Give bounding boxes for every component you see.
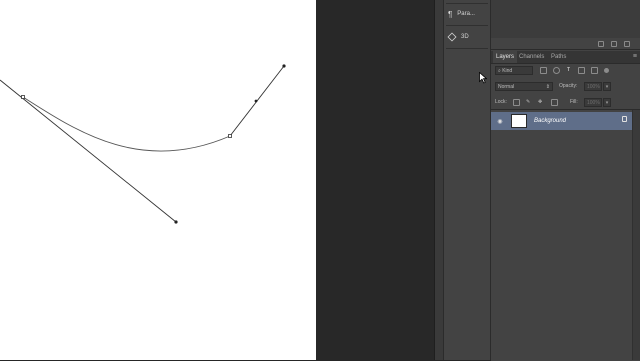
collapsed-panel-dock: ¶ Para... 3D <box>443 0 491 360</box>
layer-filter-row: ⌕ Kind T <box>491 64 640 78</box>
dock-item-3d[interactable]: 3D <box>447 29 488 45</box>
filter-pixel-icon[interactable] <box>540 67 547 74</box>
chevron-down-icon: ⇕ <box>545 84 550 90</box>
blend-opacity-row: Normal ⇕ Opacity: 100% ▾ <box>491 80 640 94</box>
dock-separator <box>446 3 488 4</box>
filter-smart-object-icon[interactable] <box>591 67 598 74</box>
layer-list: ◉ Background <box>491 109 640 361</box>
anchor-point-end <box>228 134 232 138</box>
layers-panel-group: Layers Channels Paths ≡ ⌕ Kind T Normal … <box>491 0 640 361</box>
filter-adjustment-icon[interactable] <box>553 67 560 74</box>
upper-panel-body <box>491 0 640 38</box>
trash-icon[interactable] <box>624 40 630 47</box>
filter-toggle-icon[interactable] <box>604 68 609 73</box>
opacity-stepper[interactable]: ▾ <box>603 82 611 91</box>
fill-label: Fill: <box>570 99 578 105</box>
search-icon: ⌕ <box>498 68 501 74</box>
blend-mode-select[interactable]: Normal ⇕ <box>495 82 553 91</box>
control-handle-point <box>174 220 178 224</box>
filter-kind-select[interactable]: ⌕ Kind <box>495 66 533 75</box>
filter-type-icon[interactable]: T <box>567 66 570 75</box>
dock-separator <box>446 25 488 26</box>
document-canvas[interactable] <box>0 0 316 360</box>
dock-item-label: 3D <box>461 34 469 40</box>
dock-item-label: Para... <box>457 11 475 17</box>
lock-icon <box>622 116 627 122</box>
eye-visibility-icon[interactable]: ◉ <box>495 118 505 125</box>
dock-separator <box>446 48 488 49</box>
panel-menu-icon[interactable]: ≡ <box>633 53 637 60</box>
new-layer-icon[interactable] <box>611 40 617 47</box>
lock-fill-row: Lock: ✎ ✥ Fill: 100% ▾ <box>491 96 640 110</box>
pasteboard <box>316 0 434 360</box>
pen-path-drawing[interactable] <box>0 0 316 360</box>
lock-all-icon[interactable] <box>551 99 558 106</box>
filter-shape-icon[interactable] <box>578 67 585 74</box>
blend-mode-label: Normal <box>498 84 515 90</box>
opacity-label: Opacity: <box>559 83 578 89</box>
layers-scrollbar[interactable] <box>632 110 640 360</box>
lock-transparency-icon[interactable] <box>513 99 520 106</box>
lock-position-icon[interactable]: ✥ <box>538 98 542 107</box>
anchor-point-start <box>21 95 25 99</box>
paragraph-icon: ¶ <box>448 9 453 19</box>
lock-label: Lock: <box>495 99 507 105</box>
opacity-input[interactable]: 100% <box>584 82 602 91</box>
fill-stepper[interactable]: ▾ <box>603 98 611 107</box>
dock-item-paragraph[interactable]: ¶ Para... <box>448 6 488 22</box>
fill-input[interactable]: 100% <box>584 98 602 107</box>
lock-image-pixels-icon[interactable]: ✎ <box>526 98 530 107</box>
mouse-cursor-icon <box>479 72 487 84</box>
layer-name[interactable]: Background <box>534 118 566 124</box>
create-new-icon[interactable] <box>598 40 604 47</box>
tab-layers[interactable]: Layers <box>493 51 518 63</box>
panel-tab-strip: Layers Channels Paths ≡ <box>491 51 640 64</box>
tab-channels[interactable]: Channels <box>516 51 547 63</box>
tab-paths[interactable]: Paths <box>548 51 569 63</box>
layer-row-background[interactable]: ◉ Background <box>491 112 632 130</box>
upper-panel-footer <box>491 38 640 50</box>
filter-kind-label: Kind <box>502 68 513 74</box>
control-handle-point <box>282 64 286 68</box>
3d-cube-icon <box>447 32 457 42</box>
layer-thumbnail <box>511 114 527 128</box>
control-handle-point <box>254 99 258 103</box>
